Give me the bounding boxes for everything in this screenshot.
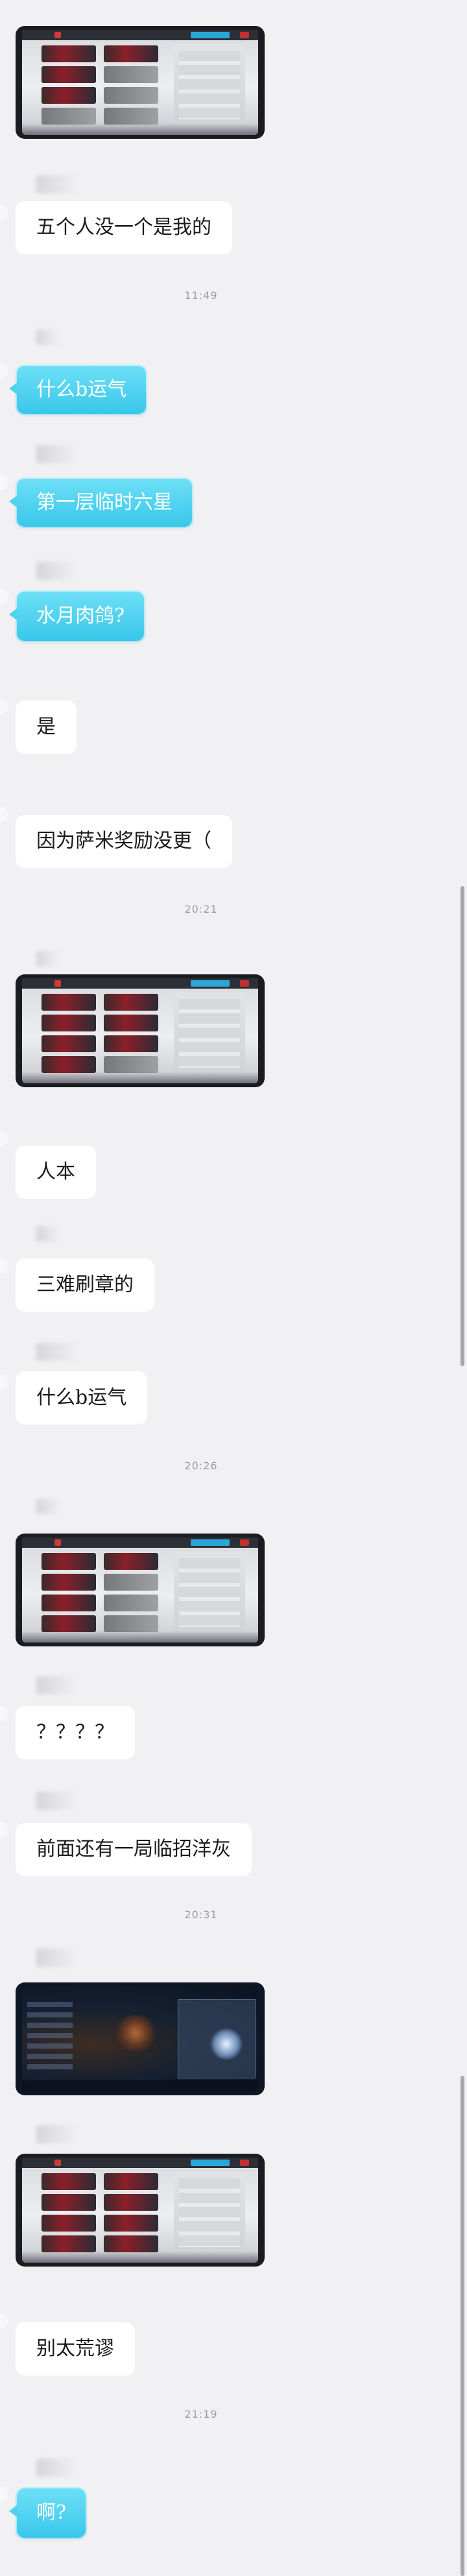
sender-name-blurred	[36, 2125, 77, 2143]
message-bubble[interactable]: 三难刷章的	[16, 1258, 154, 1312]
sender-name-blurred	[36, 175, 77, 193]
avatar[interactable]	[0, 475, 8, 490]
avatar[interactable]	[0, 205, 8, 221]
avatar[interactable]	[0, 2486, 8, 2501]
avatar[interactable]	[0, 699, 8, 715]
avatar[interactable]	[0, 1822, 8, 1837]
message-timestamp: 20:21	[184, 903, 218, 915]
image-message[interactable]	[16, 1534, 265, 1646]
sender-name-blurred	[36, 1676, 77, 1694]
sender-name-blurred	[36, 330, 60, 345]
message-timestamp: 20:26	[184, 1460, 218, 1472]
scrollbar-thumb[interactable]	[461, 886, 464, 1366]
scrollbar-thumb[interactable]	[461, 2076, 464, 2576]
avatar[interactable]	[0, 807, 8, 823]
image-message[interactable]	[16, 1982, 265, 2095]
avatar[interactable]	[0, 1131, 8, 1147]
sender-name-blurred	[36, 2459, 77, 2477]
message-timestamp: 21:19	[184, 2408, 218, 2420]
message-bubble[interactable]: 第一层临时六星	[9, 477, 193, 528]
message-bubble[interactable]: 什么b运气	[16, 1371, 148, 1425]
message-bubble[interactable]: 人本	[16, 1146, 96, 1199]
message-bubble[interactable]: 啊?	[8, 2487, 88, 2539]
scrollbar[interactable]	[461, 0, 467, 2576]
sender-name-blurred	[36, 1499, 60, 1514]
image-message[interactable]	[16, 26, 265, 139]
sender-name-blurred	[36, 1792, 77, 1810]
message-timestamp: 11:49	[184, 289, 218, 302]
message-bubble[interactable]: 因为萨米奖励没更（	[16, 815, 232, 868]
message-bubble[interactable]: 别太荒谬	[16, 2322, 135, 2376]
image-message[interactable]	[16, 2154, 265, 2267]
message-bubble[interactable]: 前面还有一局临招洋灰	[16, 1823, 252, 1876]
message-bubble[interactable]: ？？？？	[16, 1706, 135, 1759]
avatar[interactable]	[0, 1374, 8, 1390]
avatar[interactable]	[0, 363, 8, 379]
sender-name-blurred	[36, 951, 60, 967]
sender-name-blurred	[36, 1226, 60, 1242]
sender-name-blurred	[36, 562, 77, 580]
sender-name-blurred	[36, 1949, 77, 1967]
message-timestamp: 20:31	[184, 1908, 218, 1921]
avatar[interactable]	[0, 1258, 8, 1274]
sender-name-blurred	[36, 1343, 77, 1361]
message-bubble[interactable]: 水月肉鸽?	[8, 590, 146, 642]
image-message[interactable]	[16, 974, 265, 1087]
sender-name-blurred	[36, 445, 77, 463]
avatar[interactable]	[0, 2313, 8, 2329]
avatar[interactable]	[0, 589, 8, 605]
avatar[interactable]	[0, 1706, 8, 1722]
message-bubble[interactable]: 是	[16, 701, 77, 754]
message-bubble[interactable]: 什么b运气	[8, 365, 148, 415]
chat-history[interactable]: 五个人没一个是我的 11:49 什么b运气 第一层临时六星 水月肉鸽? 是 因为…	[0, 0, 467, 2576]
message-bubble[interactable]: 五个人没一个是我的	[16, 201, 232, 254]
